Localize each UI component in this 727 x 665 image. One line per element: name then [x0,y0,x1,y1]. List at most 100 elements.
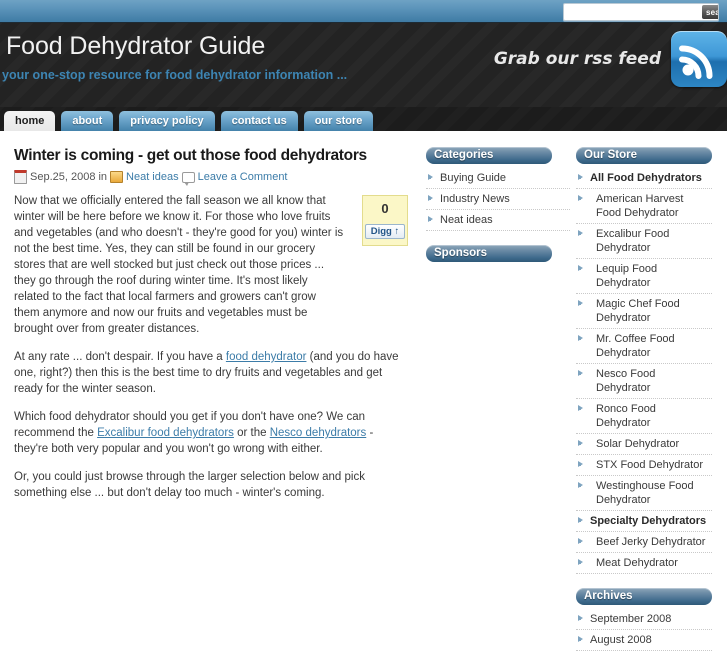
rss-feed-link[interactable]: Grab our rss feed [494,31,727,87]
search-button[interactable]: search [702,5,718,19]
list-item[interactable]: Lequip Food Dehydrator [576,259,712,294]
our-store-list: All Food Dehydrators American Harvest Fo… [576,168,712,574]
list-item[interactable]: Industry News [426,189,570,210]
categories-list: Buying Guide Industry News Neat ideas [426,168,570,231]
digg-button[interactable]: Digg ↑ [364,224,406,239]
bullet-arrow-icon [578,461,583,467]
list-item-label[interactable]: Mr. Coffee Food Dehydrator [596,333,675,359]
bullet-arrow-icon [428,216,433,222]
list-item-label[interactable]: American Harvest Food Dehydrator [596,193,683,219]
post-title: Winter is coming - get out those food de… [14,147,367,164]
widget-title-categories: Categories [426,147,552,164]
list-item[interactable]: Buying Guide [426,168,570,189]
post-paragraph-3: Which food dehydrator should you get if … [14,409,410,457]
list-item[interactable]: Nesco Food Dehydrator [576,364,712,399]
main-navigation: home about privacy policy contact us our… [0,107,727,131]
search-input[interactable] [564,4,702,20]
list-item[interactable]: Specialty Dehydrators [576,511,712,532]
nav-tab-privacy-policy[interactable]: privacy policy [119,111,215,131]
widget-sponsors: Sponsors [426,245,570,346]
nav-tab-our-store[interactable]: our store [303,111,374,131]
list-item[interactable]: Neat ideas [426,210,570,231]
site-tagline: your one-stop resource for food dehydrat… [2,68,348,82]
bullet-arrow-icon [578,636,583,642]
bullet-arrow-icon [578,370,583,376]
bullet-arrow-icon [578,335,583,341]
widget-title-archives: Archives [576,588,712,605]
bullet-arrow-icon [578,195,583,201]
list-item-label[interactable]: August 2008 [590,634,652,646]
widget-archives: Archives September 2008 August 2008 [576,588,712,651]
list-item-label[interactable]: Meat Dehydrator [596,557,678,569]
post-meta-in-label: in [98,171,108,183]
list-item-label[interactable]: Industry News [440,193,510,205]
site-title: Food Dehydrator Guide [6,32,266,60]
bullet-arrow-icon [578,174,583,180]
list-item-label[interactable]: Nesco Food Dehydrator [596,368,655,394]
list-item[interactable]: All Food Dehydrators [576,168,712,189]
list-item-label[interactable]: Buying Guide [440,172,506,184]
list-item-label[interactable]: Specialty Dehydrators [590,515,706,527]
bullet-arrow-icon [578,559,583,565]
list-item[interactable]: Ronco Food Dehydrator [576,399,712,434]
list-item-label[interactable]: Westinghouse Food Dehydrator [596,480,694,506]
post-body: 0 Digg ↑ Now that we officially entered … [14,193,410,501]
nav-tab-contact-us[interactable]: contact us [220,111,298,131]
bullet-arrow-icon [578,482,583,488]
list-item[interactable]: Excalibur Food Dehydrator [576,224,712,259]
main-content: Winter is coming - get out those food de… [0,131,420,665]
page-body: Winter is coming - get out those food de… [0,131,727,651]
food-dehydrator-link[interactable]: food dehydrator [226,351,307,363]
nav-tab-about[interactable]: about [61,111,114,131]
sponsors-empty-area [426,266,570,346]
list-item[interactable]: Solar Dehydrator [576,434,712,455]
bullet-arrow-icon [428,174,433,180]
comment-bubble-icon [181,171,195,186]
nesco-dehydrators-link[interactable]: Nesco dehydrators [270,427,367,439]
bullet-arrow-icon [428,195,433,201]
list-item[interactable]: STX Food Dehydrator [576,455,712,476]
archives-list: September 2008 August 2008 [576,609,712,651]
list-item-label[interactable]: STX Food Dehydrator [596,459,703,471]
bullet-arrow-icon [578,265,583,271]
list-item-label[interactable]: Solar Dehydrator [596,438,679,450]
list-item-label[interactable]: Beef Jerky Dehydrator [596,536,705,548]
search-box[interactable]: search [563,3,719,21]
digg-widget[interactable]: 0 Digg ↑ [362,195,408,246]
bullet-arrow-icon [578,517,583,523]
list-item-label[interactable]: Ronco Food Dehydrator [596,403,656,429]
bullet-arrow-icon [578,300,583,306]
leave-comment-link[interactable]: Leave a Comment [198,171,288,183]
top-bar: search [0,0,727,23]
post-category-link[interactable]: Neat ideas [126,171,179,183]
post-meta: Sep.25, 2008 in Neat ideas Leave a Comme… [14,170,410,186]
nav-tab-home[interactable]: home [4,111,56,131]
list-item[interactable]: American Harvest Food Dehydrator [576,189,712,224]
list-item-label[interactable]: Excalibur Food Dehydrator [596,228,669,254]
list-item[interactable]: Magic Chef Food Dehydrator [576,294,712,329]
excalibur-dehydrators-link[interactable]: Excalibur food dehydrators [97,427,234,439]
post-paragraph-4: Or, you could just browse through the la… [14,471,365,499]
post-paragraph-1: Now that we officially entered the fall … [14,195,344,335]
list-item-label[interactable]: All Food Dehydrators [590,172,702,184]
list-item[interactable]: Beef Jerky Dehydrator [576,532,712,553]
widget-title-our-store: Our Store [576,147,712,164]
list-item[interactable]: Meat Dehydrator [576,553,712,574]
rss-feed-icon[interactable] [671,31,727,87]
bullet-arrow-icon [578,615,583,621]
widget-title-sponsors: Sponsors [426,245,552,262]
list-item-label[interactable]: Magic Chef Food Dehydrator [596,298,680,324]
list-item-label[interactable]: Neat ideas [440,214,493,226]
list-item[interactable]: August 2008 [576,630,712,651]
bullet-arrow-icon [578,405,583,411]
list-item[interactable]: September 2008 [576,609,712,630]
post-paragraph-2-pre: At any rate ... don't despair. If you ha… [14,351,226,363]
site-header: Food Dehydrator Guide your one-stop reso… [0,23,727,107]
list-item[interactable]: Mr. Coffee Food Dehydrator [576,329,712,364]
calendar-icon [14,170,27,184]
list-item[interactable]: Westinghouse Food Dehydrator [576,476,712,511]
bullet-arrow-icon [578,230,583,236]
list-item-label[interactable]: Lequip Food Dehydrator [596,263,657,289]
rss-feed-label: Grab our rss feed [493,49,661,69]
list-item-label[interactable]: September 2008 [590,613,671,625]
